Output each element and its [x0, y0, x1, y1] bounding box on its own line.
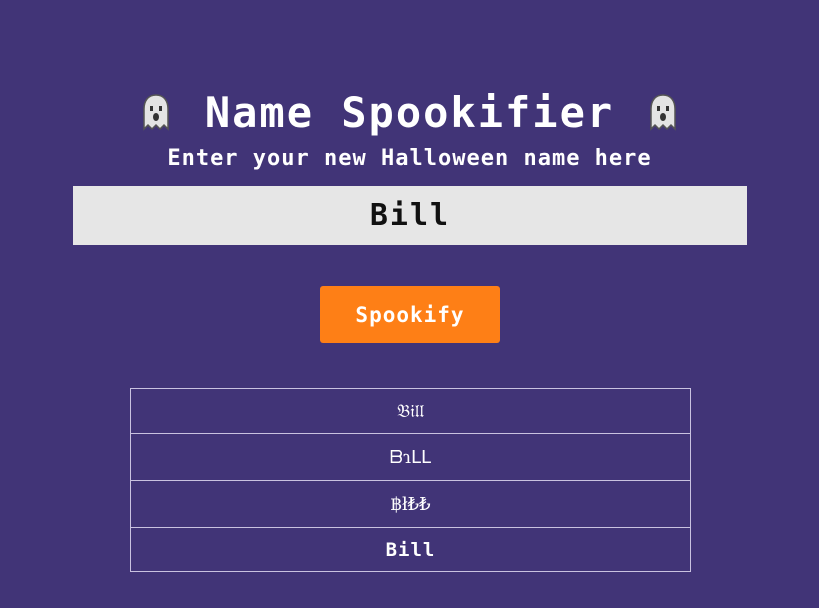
page: Name Spookifier Enter your new Halloween… — [0, 0, 819, 608]
ghost-icon — [143, 94, 169, 131]
result-row-spooky-glyphs[interactable]: ᗷɿᒪᒪ — [131, 433, 690, 480]
name-input[interactable] — [73, 186, 747, 245]
title-row: Name Spookifier — [0, 88, 819, 138]
ghost-icon — [650, 94, 676, 131]
page-title: Name Spookifier — [204, 88, 615, 137]
result-row-fraktur[interactable]: 𝔅𝔦𝔩𝔩 — [131, 389, 690, 433]
result-row-plain[interactable]: Bill — [131, 527, 690, 571]
spookify-button[interactable]: Spookify — [320, 286, 500, 343]
result-row-currency[interactable]: ฿ł₺₺ — [131, 480, 690, 527]
results-table: 𝔅𝔦𝔩𝔩 ᗷɿᒪᒪ ฿ł₺₺ Bill — [130, 388, 691, 572]
subtitle: Enter your new Halloween name here — [167, 146, 652, 171]
